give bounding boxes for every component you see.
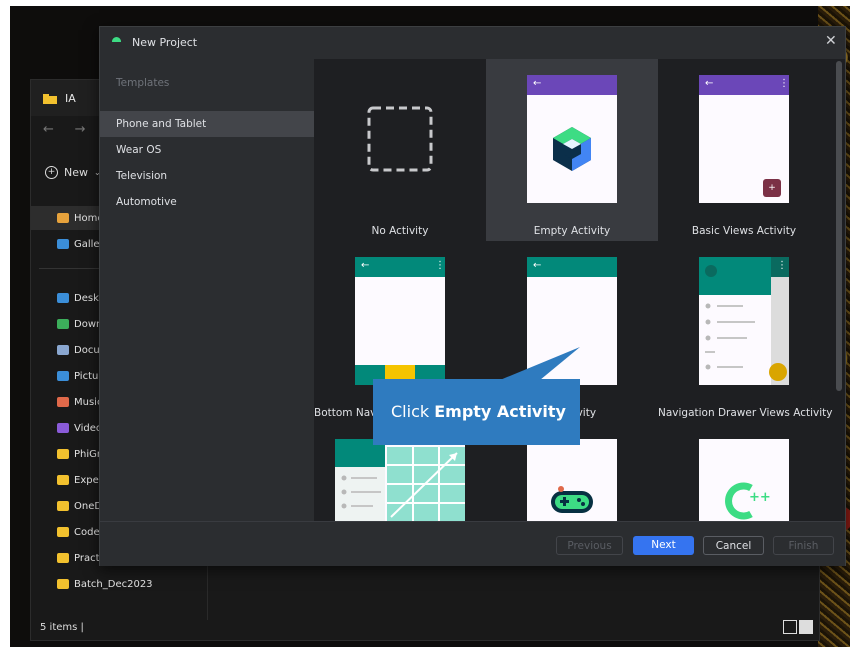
template-no-activity[interactable]: No Activity xyxy=(314,59,486,241)
template-gallery: No Activity ← Empty Activity ← ⋮ + Basic … xyxy=(314,59,845,521)
scrollbar-thumb[interactable] xyxy=(836,61,842,391)
template-label: No Activity xyxy=(371,225,429,237)
folder-icon xyxy=(57,239,69,249)
tiles-view-icon[interactable] xyxy=(799,620,813,634)
phone-preview: ++ xyxy=(699,439,789,521)
finish-button[interactable]: Finish xyxy=(773,536,834,555)
back-arrow-icon: ← xyxy=(533,78,542,89)
svg-text:++: ++ xyxy=(749,490,771,505)
next-button[interactable]: Next xyxy=(633,536,694,555)
category-wear-os[interactable]: Wear OS xyxy=(100,137,314,163)
compose-logo-icon xyxy=(553,127,591,171)
folder-icon xyxy=(57,449,69,459)
tutorial-callout: Click Empty Activity xyxy=(373,379,580,445)
drawer-panel xyxy=(699,257,771,385)
plus-circle-icon: + xyxy=(45,166,58,179)
forward-arrow-icon[interactable]: → xyxy=(75,122,86,137)
back-arrow-icon: ← xyxy=(533,260,542,271)
gamepad-icon xyxy=(551,486,593,513)
folder-icon xyxy=(57,293,69,303)
app-bar: ⋮ xyxy=(771,257,789,277)
dialog-titlebar: New Project ✕ xyxy=(100,27,845,59)
phone-preview: ← xyxy=(527,257,617,385)
overflow-menu-icon: ⋮ xyxy=(777,260,787,271)
sidebar-item-label: Docu xyxy=(74,344,100,356)
avatar xyxy=(705,265,717,277)
callout-text: Click Empty Activity xyxy=(391,402,566,421)
template-empty-activity[interactable]: ← Empty Activity xyxy=(486,59,658,241)
template-native-cpp[interactable]: ++ xyxy=(658,423,830,521)
phone-preview: ← ⋮ + xyxy=(699,75,789,203)
previous-button[interactable]: Previous xyxy=(556,536,623,555)
sidebar-item[interactable]: Batch_Dec2023 xyxy=(31,572,185,596)
folder-icon xyxy=(57,319,69,329)
close-icon[interactable]: ✕ xyxy=(825,33,837,49)
cpp-logo-icon: ++ xyxy=(725,482,771,520)
status-bar: 5 items | xyxy=(40,622,84,633)
callout-prefix: Click xyxy=(391,402,435,421)
phone-preview xyxy=(527,439,617,521)
cancel-button[interactable]: Cancel xyxy=(703,536,764,555)
app-bar: ← xyxy=(527,257,617,277)
callout-emphasis: Empty Activity xyxy=(434,402,566,421)
overflow-menu-icon: ⋮ xyxy=(435,260,445,271)
templates-sidebar: Templates Phone and Tablet Wear OS Telev… xyxy=(100,59,314,521)
details-view-icon[interactable] xyxy=(783,620,797,634)
app-bar: ← ⋮ xyxy=(699,75,789,95)
category-phone-tablet[interactable]: Phone and Tablet xyxy=(100,111,314,137)
new-button[interactable]: + New ⌄ xyxy=(45,166,101,179)
dialog-footer: Previous Next Cancel Finish xyxy=(100,521,845,566)
android-logo-icon xyxy=(112,37,121,42)
gallery-scrollbar[interactable] xyxy=(836,61,842,519)
sidebar-item-label: Code xyxy=(74,526,100,538)
template-label: Basic Views Activity xyxy=(691,225,797,237)
list-pane xyxy=(335,439,385,521)
sidebar-item-label: Video xyxy=(74,422,103,434)
phone-preview: ⋮ xyxy=(699,257,789,385)
folder-icon xyxy=(57,501,69,511)
fab-icon: + xyxy=(763,179,781,197)
folder-icon xyxy=(57,553,69,563)
grid-chart xyxy=(387,447,465,521)
new-button-label: New xyxy=(64,166,88,179)
item-count: 5 items xyxy=(40,622,78,633)
folder-icon xyxy=(57,579,69,589)
phone-preview: ← ⋮ xyxy=(355,257,445,385)
back-arrow-icon[interactable]: ← xyxy=(43,122,54,137)
folder-icon xyxy=(57,345,69,355)
app-bar: ← xyxy=(527,75,617,95)
template-basic-views-activity[interactable]: ← ⋮ + Basic Views Activity xyxy=(658,59,830,241)
back-arrow-icon: ← xyxy=(361,260,370,271)
explorer-nav: ← → xyxy=(43,122,85,137)
drawer-list xyxy=(705,303,755,370)
template-navigation-drawer[interactable]: ⋮ Navigation Drawer Views Activity xyxy=(658,241,833,423)
phone-preview: ← xyxy=(527,75,617,203)
tablet-preview xyxy=(335,439,465,521)
folder-icon xyxy=(57,397,69,407)
new-project-dialog: New Project ✕ Templates Phone and Tablet… xyxy=(99,26,846,566)
sidebar-item-label: PhiGr xyxy=(74,448,102,460)
template-label: Navigation Drawer Views Activity xyxy=(658,407,833,419)
app-bar: ← ⋮ xyxy=(355,257,445,277)
folder-icon xyxy=(57,423,69,433)
list-items xyxy=(341,475,381,509)
template-label: Empty Activity xyxy=(533,225,611,237)
folder-icon xyxy=(57,371,69,381)
fab-icon xyxy=(769,363,787,381)
explorer-tab-label: IA xyxy=(65,92,76,105)
sidebar-item-label: OneD xyxy=(74,500,103,512)
category-television[interactable]: Television xyxy=(100,163,314,189)
folder-icon xyxy=(43,94,57,104)
sidebar-item-label: Batch_Dec2023 xyxy=(74,578,153,590)
overflow-menu-icon: ⋮ xyxy=(779,78,789,89)
folder-icon xyxy=(57,475,69,485)
dashed-square-icon xyxy=(367,106,433,172)
view-toggle xyxy=(783,620,813,634)
dialog-title: New Project xyxy=(132,36,198,49)
folder-icon xyxy=(57,213,69,223)
back-arrow-icon: ← xyxy=(705,78,714,89)
folder-icon xyxy=(57,527,69,537)
category-automotive[interactable]: Automotive xyxy=(100,189,314,215)
templates-header: Templates xyxy=(116,77,170,89)
